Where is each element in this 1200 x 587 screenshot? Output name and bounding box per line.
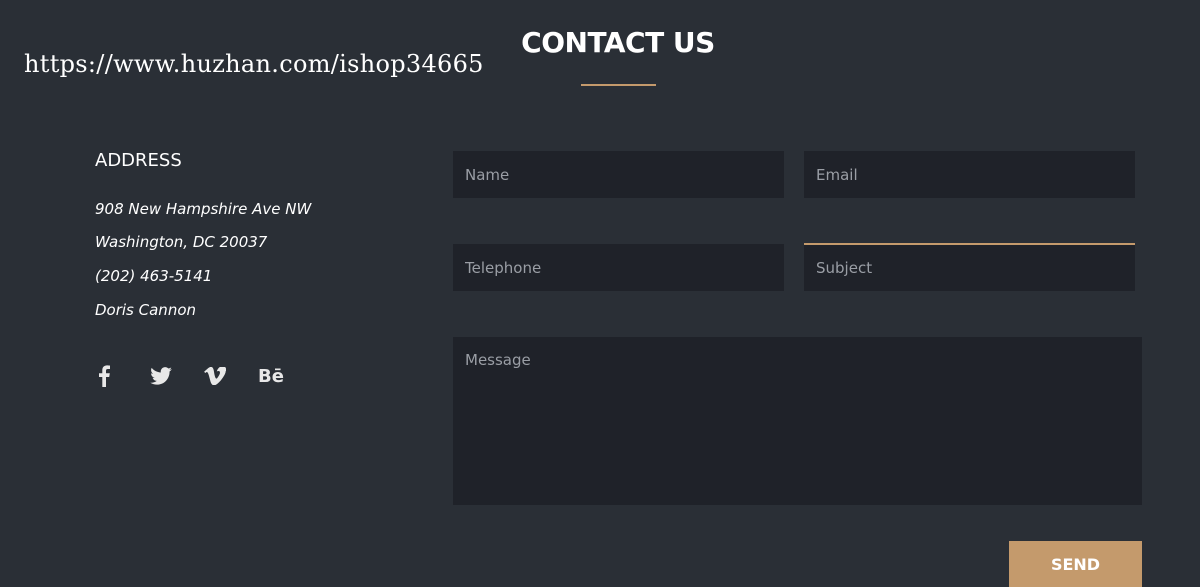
address-street: 908 New Hampshire Ave NW xyxy=(95,200,312,218)
behance-glyph: Bē xyxy=(258,365,284,387)
vimeo-icon[interactable] xyxy=(203,362,227,390)
send-button[interactable]: SEND xyxy=(1009,541,1142,587)
address-heading: ADDRESS xyxy=(95,150,182,171)
facebook-icon[interactable] xyxy=(92,362,116,390)
name-input[interactable] xyxy=(453,151,784,198)
page-title: CONTACT US xyxy=(521,26,715,59)
address-contact-name: Doris Cannon xyxy=(95,301,197,319)
behance-icon[interactable]: Bē xyxy=(258,362,284,390)
address-phone: (202) 463-5141 xyxy=(95,267,213,285)
message-textarea[interactable] xyxy=(453,337,1142,505)
subject-input[interactable] xyxy=(804,243,1135,291)
twitter-icon[interactable] xyxy=(149,362,173,390)
title-underline xyxy=(581,84,656,86)
email-input[interactable] xyxy=(804,151,1135,198)
address-city: Washington, DC 20037 xyxy=(95,233,268,251)
telephone-input[interactable] xyxy=(453,244,784,291)
